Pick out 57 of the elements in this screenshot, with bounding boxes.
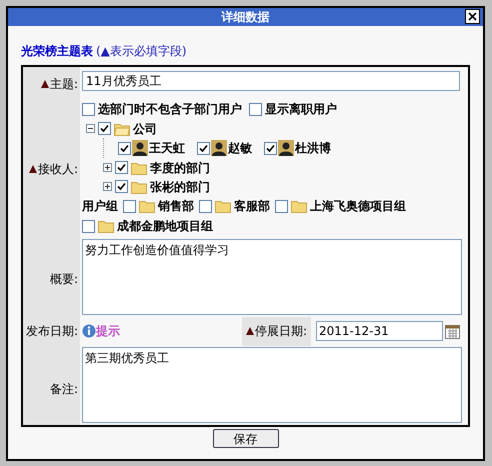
group-item[interactable]: 成都金鹏地项目组 [117,216,213,236]
calendar-icon[interactable] [445,323,460,339]
group-item[interactable]: 上海飞奥德项目组 [310,196,406,216]
checkbox[interactable] [264,142,277,154]
remarks-field[interactable]: 第三期优秀员工 [82,347,462,423]
field-label: 概要: [50,270,78,288]
checkbox[interactable] [197,142,210,154]
collapse-icon[interactable] [86,124,95,133]
tree-item[interactable]: 赵敏 [228,139,252,157]
field-label: 发布日期: [26,323,78,340]
save-button[interactable]: 保存 [212,429,278,448]
checkbox[interactable] [82,220,95,232]
summary-field[interactable]: 努力工作创造价值值得学习 [82,239,462,315]
tree-item[interactable]: 公司 [133,120,157,138]
required-hint: (▲表示必填字段) [96,43,187,60]
option-label: 显示离职用户 [265,101,337,118]
checkbox[interactable] [115,161,128,174]
field-label: 主题: [50,76,78,93]
folder-icon [131,160,147,174]
checkbox[interactable] [275,200,288,212]
folder-icon [131,180,147,194]
option-label: 选部门时不包含子部门用户 [98,101,242,118]
field-label: 接收人: [38,160,78,178]
folder-icon [114,122,130,136]
expand-icon[interactable] [103,182,112,191]
info-icon [82,324,96,338]
checkbox[interactable] [249,102,262,116]
person-icon [278,140,294,156]
checkbox[interactable] [115,180,128,193]
checkbox[interactable] [123,200,136,212]
checkbox[interactable] [82,102,95,116]
group-item[interactable]: 销售部 [158,196,194,216]
checkbox[interactable] [118,142,131,154]
close-button[interactable] [465,9,480,24]
checkbox[interactable] [199,200,212,212]
tree-item[interactable]: 张彬的部门 [150,178,210,196]
group-item[interactable]: 客服部 [234,196,270,216]
folder-icon [291,199,307,213]
person-icon [132,140,148,156]
date-field[interactable]: 2011-12-31 [316,321,443,341]
hint-link[interactable]: 提示 [96,322,120,340]
form-title: 光荣榜主题表 [21,43,93,60]
checkbox[interactable] [98,122,111,135]
tree-item[interactable]: 李度的部门 [150,158,210,176]
subject-field[interactable]: 11月优秀员工 [82,71,460,91]
expand-icon[interactable] [103,163,112,172]
group-label: 用户组 [82,198,118,215]
field-label: 备注: [50,381,78,398]
person-icon [211,140,227,156]
field-label: 停展日期: [254,323,307,340]
window-title: 详细数据 [222,9,270,26]
tree-item[interactable]: 王天虹 [149,139,185,157]
tree-item[interactable]: 杜洪博 [295,139,331,157]
folder-icon [215,199,231,213]
folder-icon [98,219,114,233]
folder-icon [139,199,155,213]
close-icon [468,12,477,21]
